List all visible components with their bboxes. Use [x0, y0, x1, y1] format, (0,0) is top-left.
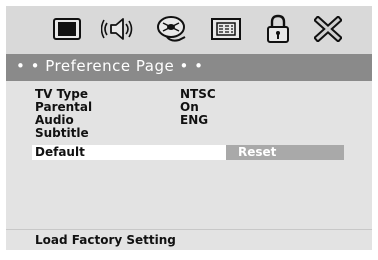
- settings-list: TV Type NTSC Parental On Audio ENG Subti…: [6, 81, 372, 229]
- setting-label: TV Type: [35, 87, 88, 101]
- lock-icon[interactable]: [261, 14, 295, 44]
- close-icon[interactable]: [311, 14, 345, 44]
- setting-row-subtitle[interactable]: Subtitle: [6, 126, 372, 141]
- setting-value: NTSC: [180, 87, 216, 101]
- footer-hint: Load Factory Setting: [35, 233, 176, 247]
- video-icon[interactable]: [155, 14, 189, 44]
- dvd-setup-screen: • • Preference Page • • TV Type NTSC Par…: [6, 6, 372, 250]
- setting-row-default[interactable]: Default Reset: [6, 145, 372, 160]
- category-icon-bar: [6, 6, 372, 54]
- setting-label: Audio: [35, 113, 74, 127]
- tv-icon[interactable]: [50, 14, 84, 44]
- speaker-icon[interactable]: [101, 14, 135, 44]
- page-title: • • Preference Page • •: [16, 57, 204, 75]
- menu-icon[interactable]: [209, 14, 243, 44]
- setting-value: On: [180, 100, 199, 114]
- reset-option[interactable]: Reset: [226, 145, 344, 160]
- page-header: • • Preference Page • •: [6, 54, 372, 81]
- status-footer: Load Factory Setting: [6, 229, 372, 250]
- reset-label: Reset: [238, 145, 277, 159]
- setting-label: Parental: [35, 100, 93, 114]
- setting-label: Subtitle: [35, 126, 89, 140]
- setting-label: Default: [35, 145, 85, 159]
- setting-value: ENG: [180, 113, 209, 127]
